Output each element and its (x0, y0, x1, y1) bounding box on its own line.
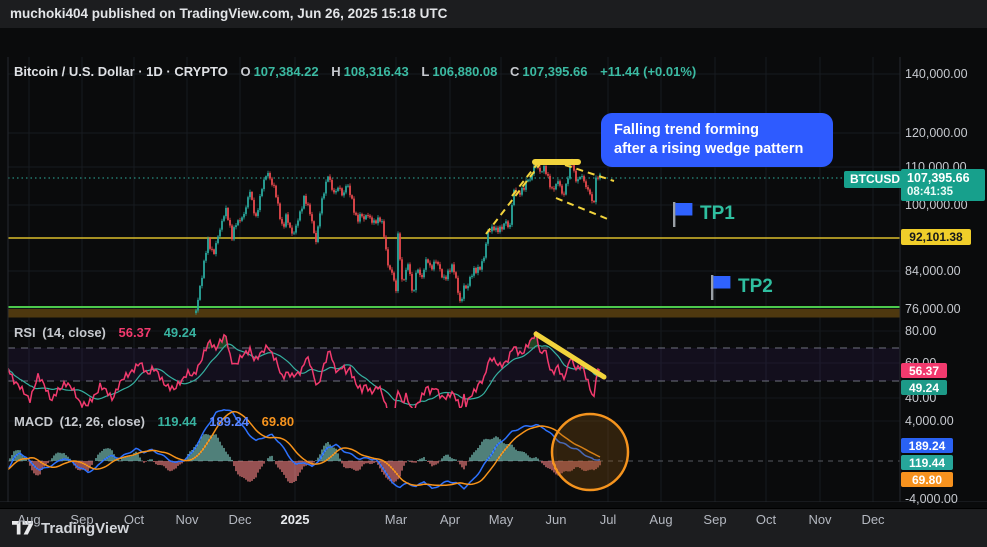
chart-container[interactable]: Bitcoin / U.S. Dollar · 1D · CRYPTO O 107… (0, 28, 987, 508)
symbol-title: Bitcoin / U.S. Dollar · 1D · CRYPTO (14, 64, 228, 79)
price-axis-label: -4,000.00 (905, 492, 958, 506)
price-axis-label: 4,000.00 (905, 414, 954, 428)
tp1-flag[interactable]: TP1 (670, 201, 735, 228)
high-label: H (331, 64, 340, 79)
value-badge: 49.24 (901, 380, 947, 395)
symbol-chip-text: BTCUSD (850, 172, 900, 186)
flag-icon (670, 201, 694, 228)
price-axis-label: 120,000.00 (905, 126, 968, 140)
value-badge: 119.44 (901, 455, 953, 470)
tradingview-snapshot: muchoki404 published on TradingView.com,… (0, 0, 987, 547)
symbol-price-chip: BTCUSD (844, 171, 906, 188)
rsi-value: 56.37 (119, 325, 152, 340)
time-axis-label: Aug (649, 503, 672, 536)
time-axis-label: May (489, 503, 514, 536)
price-axis-label: 80.00 (905, 324, 936, 338)
price-axis-label: 84,000.00 (905, 264, 961, 278)
time-axis-label: Dec (861, 503, 884, 536)
time-axis-label: Apr (440, 503, 460, 536)
time-axis-label: Dec (228, 503, 251, 536)
value-badge: 56.37 (901, 363, 947, 378)
bar-countdown: 08:41:35 (907, 185, 985, 199)
value-badge: 69.80 (901, 472, 953, 487)
close-value: 107,395.66 (522, 64, 587, 79)
time-axis-label: Sep (703, 503, 726, 536)
open-label: O (240, 64, 250, 79)
macd-params: (12, 26, close) (60, 414, 145, 429)
value-badge: 92,101.38 (901, 229, 971, 245)
tp1-label: TP1 (700, 203, 735, 225)
macd-legend[interactable]: MACD (12, 26, close) 119.44 189.24 69.80 (14, 414, 297, 429)
tp2-label: TP2 (738, 276, 773, 298)
macd-name: MACD (14, 414, 53, 429)
time-axis-label: Nov (175, 503, 198, 536)
macd-highlight-circle (552, 414, 628, 490)
tp2-flag[interactable]: TP2 (708, 274, 773, 301)
attribution-text: muchoki404 published on TradingView.com,… (10, 6, 447, 21)
callout-line1: Falling trend forming (614, 121, 833, 140)
time-axis-label: Oct (124, 503, 144, 536)
time-axis-label: Jun (546, 503, 567, 536)
macd-hist-value: 119.44 (158, 414, 197, 429)
change-value: +11.44 (+0.01%) (600, 64, 696, 79)
wedge-trendline (486, 164, 540, 234)
chart-canvas[interactable] (0, 57, 987, 502)
rsi-legend[interactable]: RSI (14, close) 56.37 49.24 (14, 325, 199, 340)
rsi-name: RSI (14, 325, 36, 340)
symbol-legend[interactable]: Bitcoin / U.S. Dollar · 1D · CRYPTO O 107… (14, 64, 699, 79)
current-price: 107,395.66 (907, 171, 985, 185)
open-value: 107,384.22 (254, 64, 319, 79)
wedge-trendline (556, 198, 610, 220)
low-value: 106,880.08 (432, 64, 497, 79)
price-axis-label: 76,000.00 (905, 302, 961, 316)
time-axis-label: 2025 (281, 503, 310, 536)
macd-line-value: 189.24 (209, 414, 249, 429)
close-label: C (510, 64, 519, 79)
price-axis-label: 140,000.00 (905, 67, 968, 81)
time-axis-label: Sep (70, 503, 93, 536)
high-value: 108,316.43 (344, 64, 409, 79)
rsi-params: (14, close) (42, 325, 106, 340)
time-axis-label: Nov (808, 503, 831, 536)
time-axis-label: Mar (385, 503, 407, 536)
attribution-bar: muchoki404 published on TradingView.com,… (0, 0, 987, 28)
low-label: L (421, 64, 429, 79)
value-badge: 189.24 (901, 438, 953, 453)
current-price-badge: 107,395.66 08:41:35 (901, 169, 985, 201)
time-axis-label: Aug (17, 503, 40, 536)
annotation-callout[interactable]: Falling trend forming after a rising wed… (601, 113, 833, 167)
macd-signal-value: 69.80 (262, 414, 295, 429)
time-axis-label: Jul (600, 503, 617, 536)
time-axis-label: Oct (756, 503, 776, 536)
flag-icon (708, 274, 732, 301)
rsi-ma-value: 49.24 (164, 325, 197, 340)
callout-line2: after a rising wedge pattern (614, 140, 833, 159)
